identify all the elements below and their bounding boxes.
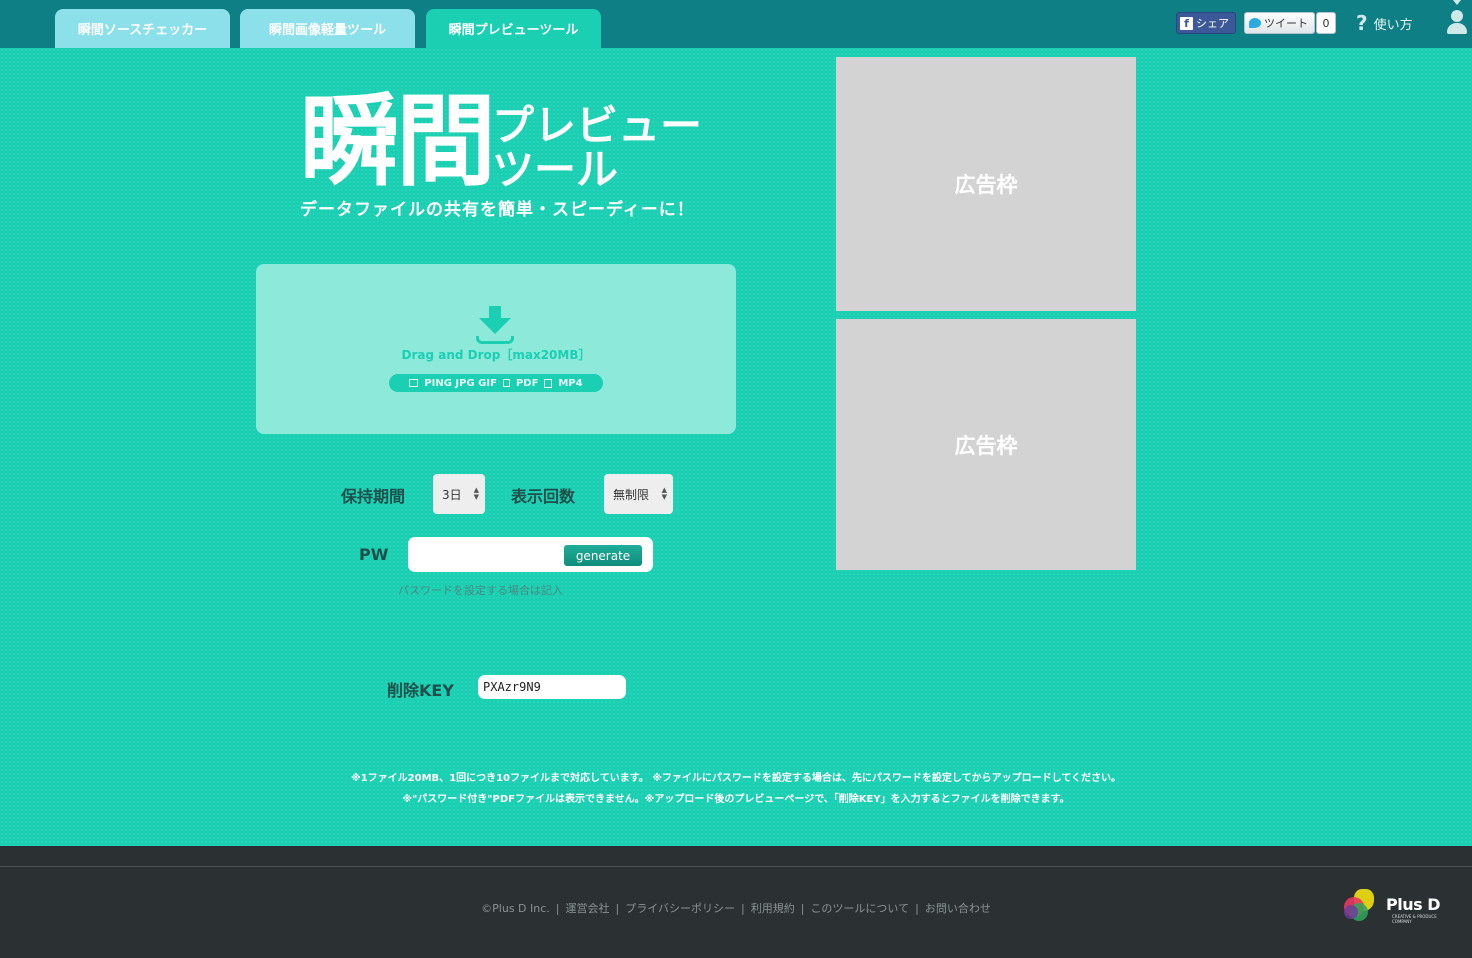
- footer-separator: |: [555, 902, 560, 915]
- footer-separator: |: [741, 902, 745, 915]
- footer-link-privacy[interactable]: プライバシーポリシー: [625, 902, 735, 915]
- footer-separator: |: [915, 902, 919, 915]
- footer-separator: |: [615, 902, 620, 915]
- logo-kana-line1: プレビュー: [492, 101, 703, 150]
- ad-slot-2[interactable]: 広告枠: [836, 319, 1136, 570]
- logo-kanji: 瞬間: [300, 83, 496, 200]
- tweet-button[interactable]: ツイート: [1244, 12, 1315, 34]
- views-value: 無制限: [613, 487, 650, 502]
- footer-link-terms[interactable]: 利用規約: [751, 902, 795, 915]
- user-icon[interactable]: [1446, 0, 1468, 36]
- tweet-count: 0: [1316, 12, 1336, 34]
- tweet-label: ツイート: [1264, 17, 1308, 30]
- question-icon: ?: [1356, 11, 1368, 35]
- supported-formats: PING JPG GIF PDF MP4: [389, 374, 603, 392]
- format-images: PING JPG GIF: [424, 377, 497, 389]
- retention-value: 3日: [442, 487, 462, 502]
- document-icon: [502, 379, 510, 387]
- usage-notes: ※1ファイル20MB、1回につき10ファイルまで対応しています。 ※ファイルにパ…: [0, 768, 1472, 810]
- footer-copyright: ©Plus D Inc.: [481, 902, 550, 915]
- facebook-icon: f: [1180, 16, 1193, 30]
- brand-sub: CREATIVE & PRODUCE COMPANY: [1392, 914, 1437, 924]
- tab-preview-tool[interactable]: 瞬間プレビューツール: [426, 9, 601, 48]
- note-line-1: ※1ファイル20MB、1回につき10ファイルまで対応しています。 ※ファイルにパ…: [350, 773, 1122, 784]
- tagline: データファイルの共有を簡単・スピーディーに！: [300, 200, 695, 220]
- footer-link-contact[interactable]: お問い合わせ: [925, 902, 991, 915]
- pw-label: PW: [359, 545, 389, 564]
- views-select[interactable]: 無制限 ▲ ▼: [604, 474, 673, 514]
- footer-link-company[interactable]: 運営会社: [566, 902, 610, 915]
- plusd-logo[interactable]: Plus D CREATIVE & PRODUCE COMPANY: [1344, 889, 1444, 925]
- retention-select[interactable]: 3日 ▲ ▼: [433, 474, 485, 514]
- footer-separator: |: [800, 902, 805, 915]
- format-pdf: PDF: [515, 377, 539, 389]
- image-icon: [409, 379, 419, 387]
- logo-kana-line2: ツール: [492, 145, 619, 194]
- share-label: シェア: [1196, 17, 1229, 30]
- password-hint: パスワードを設定する場合は記入: [398, 584, 563, 597]
- footer-links: ©Plus D Inc. | 運営会社 | プライバシーポリシー | 利用規約 | このツールに…: [0, 900, 1472, 916]
- help-label: 使い方: [1373, 17, 1413, 33]
- download-arrow-icon: [476, 306, 514, 346]
- tab-source-checker[interactable]: 瞬間ソースチェッカー: [55, 9, 230, 48]
- format-video: MP4: [558, 377, 583, 389]
- twitter-bird-icon: [1249, 18, 1261, 28]
- ad-slot-1[interactable]: 広告枠: [836, 57, 1136, 311]
- select-arrows-icon: ▲ ▼: [661, 486, 667, 501]
- footer-strip: [0, 846, 1472, 866]
- delete-key-label: 削除KEY: [387, 681, 454, 700]
- views-label: 表示回数: [511, 487, 576, 506]
- top-header: 瞬間ソースチェッカー 瞬間画像軽量ツール 瞬間プレビューツール f シェア ツイ…: [0, 0, 1472, 48]
- retention-label: 保持期間: [341, 487, 406, 506]
- film-icon: [544, 378, 553, 388]
- brand-name: Plus D: [1386, 895, 1440, 914]
- select-arrows-icon: ▲ ▼: [473, 486, 479, 501]
- facebook-share-button[interactable]: f シェア: [1176, 12, 1236, 34]
- background-texture: [0, 0, 1472, 846]
- drop-instruction: Drag and Drop［max20MB］: [401, 348, 591, 362]
- footer-link-about[interactable]: このツールについて: [810, 902, 909, 915]
- help-link[interactable]: ? 使い方: [1356, 10, 1413, 36]
- note-line-2: ※"パスワード付き"PDFファイルは表示できません。※アップロード後のプレビュー…: [402, 794, 1070, 805]
- generate-button[interactable]: generate: [564, 545, 642, 566]
- logo-kana: プレビュー ツール: [492, 104, 712, 192]
- delete-key-input[interactable]: PXAzr9N9: [478, 675, 626, 699]
- tab-image-compressor[interactable]: 瞬間画像軽量ツール: [240, 9, 415, 48]
